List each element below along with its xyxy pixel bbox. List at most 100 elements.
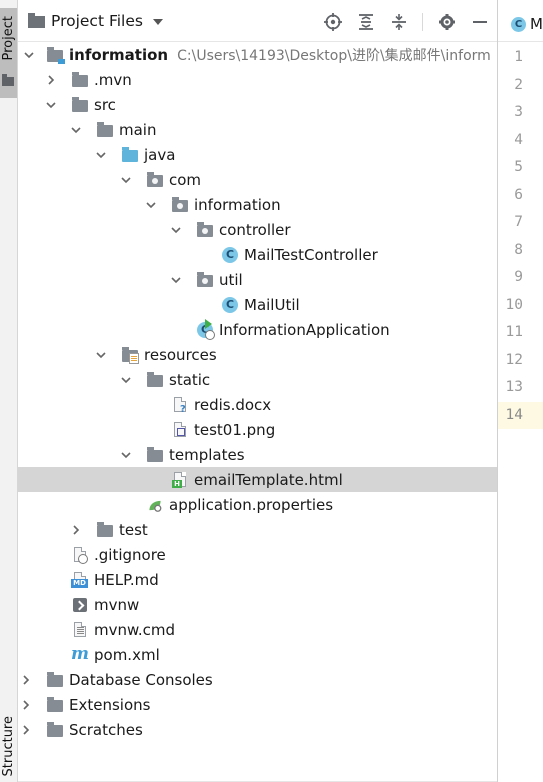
chevron-down-icon[interactable] [93, 142, 109, 167]
folder-icon [71, 96, 89, 114]
tree-row[interactable]: C MailUtil [18, 292, 497, 317]
minimize-icon[interactable] [470, 12, 489, 31]
tree-row[interactable]: test01.png [18, 417, 497, 442]
tree-row[interactable]: .mvn [18, 67, 497, 92]
toolbar-divider [422, 12, 423, 31]
tree-item-label: test [119, 520, 148, 539]
shell-script-icon [71, 596, 89, 614]
editor-tab[interactable]: C M [498, 0, 543, 42]
tree-row[interactable]: mvnw [18, 592, 497, 617]
tree-item-label: emailTemplate.html [194, 470, 343, 489]
tree-row[interactable]: templates [18, 442, 497, 467]
tree-row[interactable]: information [18, 192, 497, 217]
tree-row[interactable]: util [18, 267, 497, 292]
tree-row[interactable]: .gitignore [18, 542, 497, 567]
chevron-down-icon [152, 19, 163, 25]
line-number: 14 [498, 401, 543, 429]
locate-icon[interactable] [323, 12, 342, 31]
tree-item-label: .mvn [94, 70, 132, 89]
tree-row[interactable]: Extensions [18, 692, 497, 717]
line-number: 9 [514, 269, 523, 285]
chevron-right-icon[interactable] [18, 692, 34, 717]
structure-tool-tab[interactable]: Structure [0, 716, 17, 776]
project-tab-label: Project [1, 16, 16, 61]
tree-row[interactable]: test [18, 517, 497, 542]
project-tool-tab[interactable]: Project [0, 8, 17, 98]
tree-row-selected[interactable]: HemailTemplate.html [18, 467, 497, 492]
line-number: 3 [514, 104, 523, 120]
chevron-down-icon[interactable] [43, 92, 59, 117]
tree-item-label: main [119, 120, 157, 139]
editor-gutter: C M 1 2 3 4 5 6 7 8 9 10 11 12 13 14 [498, 0, 543, 782]
tree-row[interactable]: C MailTestController [18, 242, 497, 267]
tree-row[interactable]: C InformationApplication [18, 317, 497, 342]
project-tree[interactable]: information C:\Users\14193\Desktop\进阶\集成… [18, 42, 497, 742]
tree-item-label: .gitignore [94, 545, 166, 564]
collapse-all-icon[interactable] [389, 12, 408, 31]
tree-row[interactable]: resources [18, 342, 497, 367]
tree-row[interactable]: ? redis.docx [18, 392, 497, 417]
package-icon [196, 271, 214, 289]
line-number: 6 [514, 186, 523, 203]
chevron-down-icon[interactable] [118, 367, 134, 392]
tree-row[interactable]: src [18, 92, 497, 117]
tree-row[interactable]: main [18, 117, 497, 142]
tool-window-stripe: Project Structure [0, 0, 18, 782]
tree-item-label: MailUtil [244, 295, 300, 314]
module-folder-icon [46, 46, 65, 64]
chevron-down-icon[interactable] [118, 167, 134, 192]
tree-row[interactable]: application.properties [18, 492, 497, 517]
unknown-file-icon: ? [171, 396, 189, 415]
package-icon [171, 196, 189, 214]
tree-row[interactable]: mvnw.cmd [18, 617, 497, 642]
maven-icon: m [71, 643, 89, 664]
folder-icon [46, 721, 64, 739]
tree-item-label: static [169, 370, 211, 389]
tree-row[interactable]: com [18, 167, 497, 192]
root-path: C:\Users\14193\Desktop\进阶\集成邮件\inform [177, 47, 491, 64]
line-number: 13 [505, 379, 523, 395]
chevron-down-icon[interactable] [93, 342, 109, 367]
folder-icon [46, 671, 64, 689]
tree-item-label: application.properties [169, 495, 334, 514]
tree-item-label: MailTestController [244, 245, 378, 264]
chevron-down-icon[interactable] [168, 267, 184, 292]
line-number: 5 [514, 159, 523, 175]
tree-item-label: InformationApplication [219, 320, 390, 339]
tree-row[interactable]: Scratches [18, 717, 497, 742]
chevron-down-icon[interactable] [143, 192, 159, 217]
source-folder-icon [121, 146, 139, 164]
tree-row[interactable]: java [18, 142, 497, 167]
settings-icon[interactable] [437, 12, 456, 31]
tree-row[interactable]: static [18, 367, 497, 392]
expand-all-icon[interactable] [356, 12, 375, 31]
chevron-down-icon[interactable] [168, 217, 184, 242]
chevron-right-icon[interactable] [43, 67, 59, 92]
tree-row[interactable]: Database Consoles [18, 667, 497, 692]
folder-icon [46, 696, 64, 714]
tree-item-label: Scratches [69, 720, 143, 739]
tree-row[interactable]: controller [18, 217, 497, 242]
tree-item-label: Extensions [69, 695, 151, 714]
tree-item-label: java [144, 145, 176, 164]
tree-row[interactable]: MD HELP.md [18, 567, 497, 592]
project-panel-header: Project Files [18, 0, 497, 42]
tree-item-label: information [194, 195, 281, 214]
tree-row-root[interactable]: information C:\Users\14193\Desktop\进阶\集成… [18, 42, 497, 67]
chevron-right-icon[interactable] [18, 667, 34, 692]
folder-icon [28, 13, 45, 28]
chevron-down-icon[interactable] [118, 442, 134, 467]
tree-row[interactable]: m pom.xml [18, 642, 497, 667]
tree-item-label: information [69, 45, 169, 64]
chevron-down-icon[interactable] [21, 42, 37, 67]
chevron-right-icon[interactable] [18, 717, 34, 742]
chevron-right-icon[interactable] [68, 517, 84, 542]
chevron-down-icon[interactable] [68, 117, 84, 142]
tree-item-label: util [219, 270, 243, 289]
view-selector[interactable]: Project Files [28, 12, 163, 30]
folder-icon [71, 71, 89, 89]
spring-app-class-icon: C [196, 318, 215, 340]
folder-icon [146, 371, 164, 389]
text-file-icon [71, 621, 89, 639]
line-number: 2 [514, 76, 523, 93]
